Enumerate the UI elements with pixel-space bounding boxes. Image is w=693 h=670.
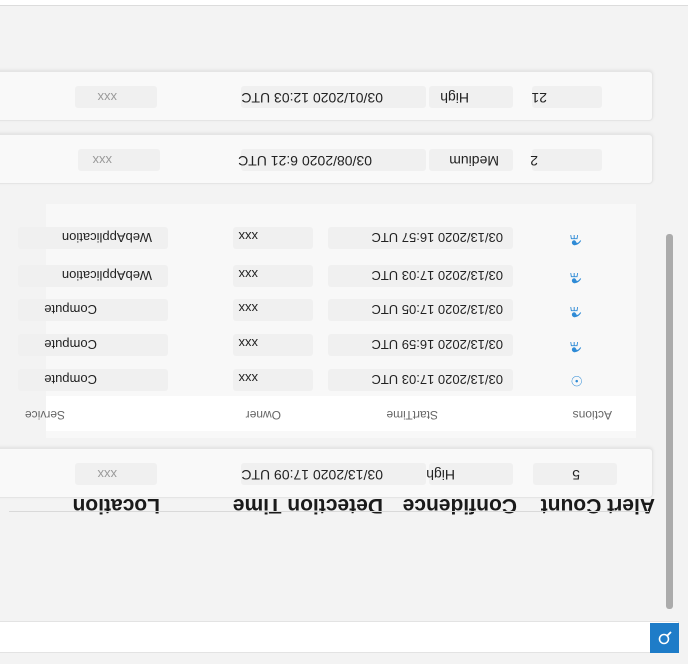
service: WebApplication (61, 230, 152, 245)
start-time: 03/13/2020 17:05 UTC (371, 302, 503, 317)
rotated-view: Alert Count Confidence Detection Time Lo… (0, 0, 693, 670)
incident-panel: Alert Count Confidence Detection Time Lo… (0, 5, 688, 664)
location: xxx (97, 467, 118, 482)
confidence: High (426, 467, 455, 483)
subheader-service[interactable]: Service (25, 408, 65, 422)
eye-icon[interactable]: ☉ (570, 372, 583, 389)
service: Compute (44, 337, 97, 352)
table-row[interactable]: 5 High 03/13/2020 17:09 UTC xxx (0, 448, 653, 498)
table-row[interactable]: 21 High 03/01/2020 12:03 UTC xxx (0, 71, 653, 121)
detection-time: 03/01/2020 12:03 UTC (241, 90, 383, 106)
detection-time: 03/08/2020 6:21 UTC (238, 153, 372, 169)
table-row[interactable]: 2 Medium 03/08/2020 6:21 UTC xxx (0, 134, 653, 184)
flask-icon[interactable]: ⚗ (569, 231, 582, 248)
owner: xxx (238, 267, 259, 282)
search-icon (658, 631, 672, 645)
start-time: 03/13/2020 16:59 UTC (371, 337, 503, 352)
service: WebApplication (61, 268, 152, 283)
alert-count: 21 (531, 90, 547, 106)
confidence: High (440, 90, 469, 106)
subheader-owner[interactable]: Owner (246, 408, 281, 422)
alert-count: 5 (572, 467, 580, 483)
location: xxx (92, 153, 113, 168)
owner: xxx (238, 371, 259, 386)
search-button[interactable] (650, 623, 679, 653)
service: Compute (44, 302, 97, 317)
owner: xxx (238, 336, 259, 351)
confidence: Medium (449, 153, 499, 169)
owner: xxx (238, 229, 259, 244)
subheader-start-time[interactable]: StartTime (386, 408, 438, 422)
location: xxx (97, 90, 118, 105)
flask-icon[interactable]: ⚗ (569, 269, 582, 286)
start-time: 03/13/2020 17:03 UTC (371, 372, 503, 387)
start-time: 03/13/2020 16:57 UTC (371, 230, 503, 245)
owner: xxx (238, 301, 259, 316)
flask-icon[interactable]: ⚗ (569, 303, 582, 320)
search-input[interactable] (0, 621, 679, 653)
flask-icon[interactable]: ⚗ (569, 338, 582, 355)
header-divider (9, 511, 649, 512)
subheader-actions[interactable]: Actions (573, 408, 612, 422)
subtable-header (46, 396, 636, 431)
alert-count: 2 (530, 153, 538, 169)
detection-time: 03/13/2020 17:09 UTC (241, 467, 383, 483)
start-time: 03/13/2020 17:03 UTC (371, 268, 503, 283)
service: Compute (44, 372, 97, 387)
scrollbar[interactable] (666, 234, 673, 609)
